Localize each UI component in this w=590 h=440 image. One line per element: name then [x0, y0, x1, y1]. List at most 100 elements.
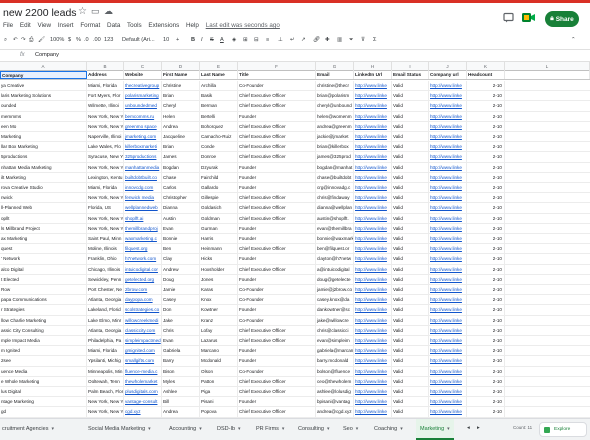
meet-icon[interactable] [522, 12, 536, 23]
table-cell[interactable]: Co-Founder [238, 285, 316, 295]
table-cell[interactable]: http://www.linke [354, 254, 392, 265]
table-cell[interactable]: Ben [162, 244, 200, 255]
column-letter-e[interactable]: E [200, 62, 238, 71]
table-cell[interactable]: Chase [162, 172, 200, 183]
table-cell[interactable]: gabriela@marcan [316, 346, 354, 357]
table-cell[interactable]: http://www.linke [429, 132, 467, 142]
table-cell[interactable]: New York, New Y [87, 162, 124, 173]
table-cell[interactable]: Founder [238, 356, 316, 367]
table-cell[interactable]: Valid [392, 346, 429, 357]
table-cell[interactable]: Christopher [162, 193, 200, 204]
table-cell[interactable]: Brian [162, 91, 200, 102]
table-cell[interactable]: bemcomms.ru [124, 111, 162, 122]
column-letter-l[interactable]: L [505, 62, 590, 71]
table-cell[interactable]: 2-10 [467, 315, 505, 326]
table-cell[interactable]: Valid [392, 376, 429, 387]
table-cell[interactable]: ounded [0, 101, 87, 112]
font-size-increase-button[interactable]: + [176, 37, 179, 43]
table-cell[interactable]: evan@themillbra [316, 223, 354, 234]
table-cell[interactable]: http://www.linke [354, 213, 392, 224]
table-cell[interactable]: Lofay [200, 325, 238, 336]
table-cell[interactable]: Valid [392, 142, 429, 153]
scroll-tabs-left-icon[interactable]: ◂ [467, 425, 470, 431]
table-cell[interactable]: mple Impact Media [0, 336, 87, 346]
table-cell[interactable]: dankowtner@sc [316, 305, 354, 316]
tab-consulting[interactable]: Consulting ▾ [298, 419, 330, 440]
table-cell[interactable]: a@intuicodigital [316, 264, 354, 275]
table-cell[interactable]: New York, New Y [87, 111, 124, 122]
table-cell[interactable]: 2-10 [467, 325, 505, 336]
table-cell[interactable]: http://www.linke [429, 376, 467, 387]
table-cell[interactable]: Bohorquez [200, 121, 238, 132]
table-cell[interactable]: Dianna [162, 203, 200, 214]
comment-history-icon[interactable] [503, 12, 514, 23]
table-cell[interactable]: http://www.linke [354, 325, 392, 336]
table-cell[interactable]: andrea@cgd.xyz [316, 407, 354, 418]
menu-file[interactable]: File [3, 22, 13, 29]
table-cell[interactable]: Miami, Florida [87, 346, 124, 357]
table-cell[interactable]: 2-10 [467, 305, 505, 316]
header-cell[interactable] [505, 71, 590, 79]
table-cell[interactable]: willowcreekmedi [124, 315, 162, 326]
table-cell[interactable]: 2-10 [467, 81, 505, 91]
merge-cells-icon[interactable]: ⊟ [254, 37, 259, 43]
table-cell[interactable]: 2-10 [467, 366, 505, 377]
table-cell[interactable]: llar Box Marketing [0, 142, 87, 153]
table-cell[interactable]: http://www.linke [354, 407, 392, 418]
table-cell[interactable]: Valid [392, 356, 429, 367]
tab-social-media-marketing[interactable]: Social Media Marketing ▾ [88, 419, 151, 440]
column-letter-d[interactable]: D [162, 62, 200, 71]
table-cell[interactable]: http://www.linke [429, 101, 467, 112]
table-cell[interactable]: Co-Founder [238, 366, 316, 377]
table-cell[interactable]: james@325prod [316, 152, 354, 163]
table-cell[interactable]: http://www.linke [429, 172, 467, 183]
currency-button[interactable]: $ [68, 37, 71, 43]
table-cell[interactable]: James [162, 152, 200, 163]
table-cell[interactable]: 2brow.com [124, 285, 162, 295]
table-cell[interactable]: Atlanta, Georgia [87, 325, 124, 336]
table-cell[interactable]: getelected.org [124, 274, 162, 285]
table-cell[interactable]: Andrea [162, 121, 200, 132]
table-cell[interactable]: http://www.linke [354, 356, 392, 367]
table-cell[interactable]: nhattan Media Marketing [0, 162, 87, 173]
decrease-decimal-button[interactable]: .0 [84, 37, 89, 43]
table-cell[interactable]: http://www.linke [429, 366, 467, 377]
table-cell[interactable]: Bertelli [200, 111, 238, 122]
table-cell[interactable]: llow Charlie Marketing [0, 315, 87, 326]
table-cell[interactable]: ben@filquest.or [316, 244, 354, 255]
table-cell[interactable]: thecreativegroup [124, 81, 162, 91]
table-cell[interactable]: Founder [238, 183, 316, 193]
table-cell[interactable]: Dzyurak [200, 162, 238, 173]
table-cell[interactable]: 2-10 [467, 121, 505, 132]
table-cell[interactable]: Kranz [200, 315, 238, 326]
tab-coaching[interactable]: Coaching ▾ [374, 419, 403, 440]
table-cell[interactable]: Founder [238, 223, 316, 234]
table-cell[interactable]: Chief Executive Officer [238, 244, 316, 255]
table-cell[interactable]: jmarketing.com [124, 132, 162, 142]
table-cell[interactable]: http://www.linke [354, 376, 392, 387]
table-cell[interactable]: fluence-media.c [124, 366, 162, 377]
table-cell[interactable]: http://www.linke [354, 121, 392, 132]
table-cell[interactable]: http://www.linke [354, 315, 392, 326]
table-cell[interactable]: Pisani [200, 397, 238, 408]
table-cell[interactable]: Valid [392, 407, 429, 418]
table-cell[interactable]: smallgifts.com [124, 356, 162, 367]
table-cell[interactable]: http://www.linke [429, 244, 467, 255]
vertical-align-icon[interactable]: ⊥ [278, 37, 283, 43]
table-cell[interactable]: Basik [200, 91, 238, 102]
filter-views-icon[interactable]: ⊽ [361, 37, 365, 43]
table-cell[interactable]: ashlee@lolusdig [316, 387, 354, 397]
paint-format-icon[interactable]: 🖌︎ [38, 37, 45, 43]
table-cell[interactable]: Valid [392, 101, 429, 112]
table-cell[interactable]: Valid [392, 203, 429, 214]
table-cell[interactable]: shoplft.ai [124, 213, 162, 224]
document-title[interactable]: new 2200 leads [3, 7, 77, 19]
table-cell[interactable]: http://www.linke [429, 407, 467, 418]
table-cell[interactable]: New York, New Y [87, 193, 124, 204]
table-cell[interactable]: http://www.linke [429, 142, 467, 153]
table-cell[interactable]: Jones [200, 274, 238, 285]
table-cell[interactable]: Patton [200, 376, 238, 387]
table-cell[interactable]: Bill [162, 397, 200, 408]
last-edit-link[interactable]: Last edit was seconds ago [206, 22, 280, 29]
header-cell[interactable]: Company [0, 71, 87, 79]
